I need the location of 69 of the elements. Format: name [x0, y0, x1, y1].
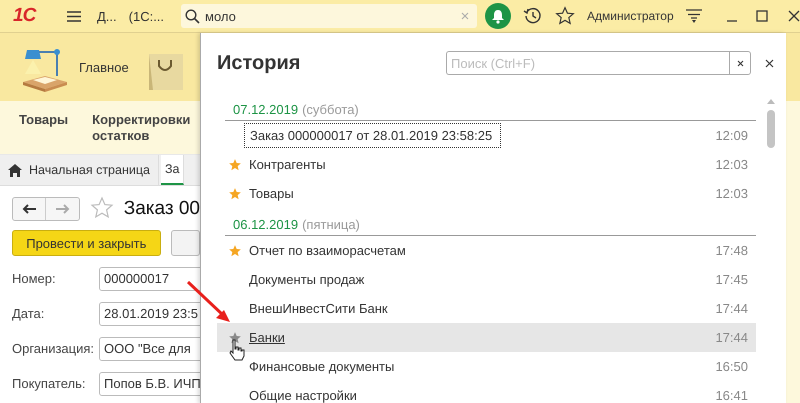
- field-label: Покупатель:: [12, 376, 86, 391]
- page-tab[interactable]: За: [160, 155, 184, 185]
- panel-title: История: [217, 52, 300, 74]
- clear-icon: [736, 60, 744, 66]
- history-link[interactable]: Документы продаж: [244, 268, 372, 291]
- history-row[interactable]: Общие настройки 16:41: [217, 381, 756, 403]
- history-link[interactable]: Контрагенты: [244, 153, 334, 176]
- favorite-star-icon[interactable]: [228, 186, 242, 200]
- history-row[interactable]: Документы продаж 17:45: [217, 265, 756, 294]
- time-label: 12:03: [715, 157, 749, 172]
- bell-icon: [491, 8, 506, 24]
- field-label: Организация:: [12, 341, 96, 356]
- history-row[interactable]: Контрагенты 12:03: [217, 150, 756, 179]
- settings-menu-icon[interactable]: [686, 9, 702, 23]
- history-link[interactable]: Заказ 000000017 от 28.01.2019 23:58:25: [244, 123, 502, 148]
- field-label: Номер:: [12, 271, 57, 286]
- history-row[interactable]: Финансовые документы 16:50: [217, 352, 756, 381]
- search-field[interactable]: моло: [181, 4, 478, 28]
- scrollbar-thumb[interactable]: [767, 110, 775, 148]
- history-row[interactable]: Отчет по взаиморасчетам 17:48: [217, 236, 756, 265]
- time-label: 12:09: [715, 128, 749, 143]
- history-row[interactable]: ВнешИнвестСити Банк 17:44: [217, 294, 756, 323]
- history-icon[interactable]: [523, 6, 544, 26]
- user-name[interactable]: Администратор: [587, 9, 674, 23]
- hand-cursor-icon: [228, 339, 246, 361]
- time-label: 16:50: [715, 359, 749, 374]
- notifications-button[interactable]: [485, 3, 512, 29]
- time-label: 17:45: [715, 272, 749, 287]
- history-link[interactable]: ВнешИнвестСити Банк: [244, 297, 396, 320]
- time-label: 17:44: [715, 301, 749, 316]
- time-label: 17:44: [715, 330, 749, 345]
- back-arrow-icon: [22, 204, 36, 214]
- history-search-field[interactable]: Поиск (Ctrl+F): [446, 51, 729, 75]
- menu-icon[interactable]: [67, 10, 81, 22]
- post-and-close-button[interactable]: Провести и закрыть: [12, 230, 161, 256]
- section-command[interactable]: Корректировки остатков: [92, 112, 200, 154]
- clear-button[interactable]: [729, 51, 751, 75]
- history-row[interactable]: Банки 17:44: [217, 323, 756, 352]
- time-label: 17:48: [715, 243, 749, 258]
- section-command[interactable]: Товары: [19, 112, 68, 154]
- field-label: Дата:: [12, 306, 46, 321]
- app-logo[interactable]: 1С: [13, 5, 45, 27]
- favorite-star-icon[interactable]: [228, 158, 242, 172]
- history-link[interactable]: Товары: [244, 182, 302, 205]
- favorite-star-icon[interactable]: [90, 196, 114, 220]
- weekday-label: (пятница): [302, 217, 360, 232]
- history-link[interactable]: Отчет по взаиморасчетам: [244, 239, 414, 262]
- history-row[interactable]: Заказ 000000017 от 28.01.2019 23:58:25 12:09: [217, 121, 756, 150]
- date-heading: 07.12.2019: [233, 102, 298, 117]
- weekday-label: (суббота): [302, 102, 359, 117]
- history-link[interactable]: Финансовые документы: [244, 355, 402, 378]
- favorite-star-icon[interactable]: [228, 244, 242, 258]
- history-link[interactable]: Банки: [244, 326, 293, 349]
- favorites-icon[interactable]: [555, 6, 576, 26]
- section-label[interactable]: Главное: [79, 60, 129, 74]
- time-label: 16:41: [715, 388, 749, 403]
- home-icon: [8, 164, 22, 176]
- time-label: 12:03: [715, 186, 749, 201]
- app-title: Д...: [97, 8, 117, 24]
- forward-arrow-icon: [56, 204, 70, 214]
- document-title: Заказ 00: [124, 198, 200, 220]
- history-link[interactable]: Общие настройки: [244, 384, 365, 403]
- search-icon: [185, 9, 200, 24]
- maximize-icon[interactable]: [756, 10, 768, 22]
- history-row[interactable]: Товары 12:03: [217, 179, 756, 208]
- close-icon[interactable]: [765, 58, 774, 68]
- date-heading: 06.12.2019: [233, 217, 298, 232]
- config-title: (1С:...: [128, 8, 164, 24]
- close-icon[interactable]: [788, 10, 800, 22]
